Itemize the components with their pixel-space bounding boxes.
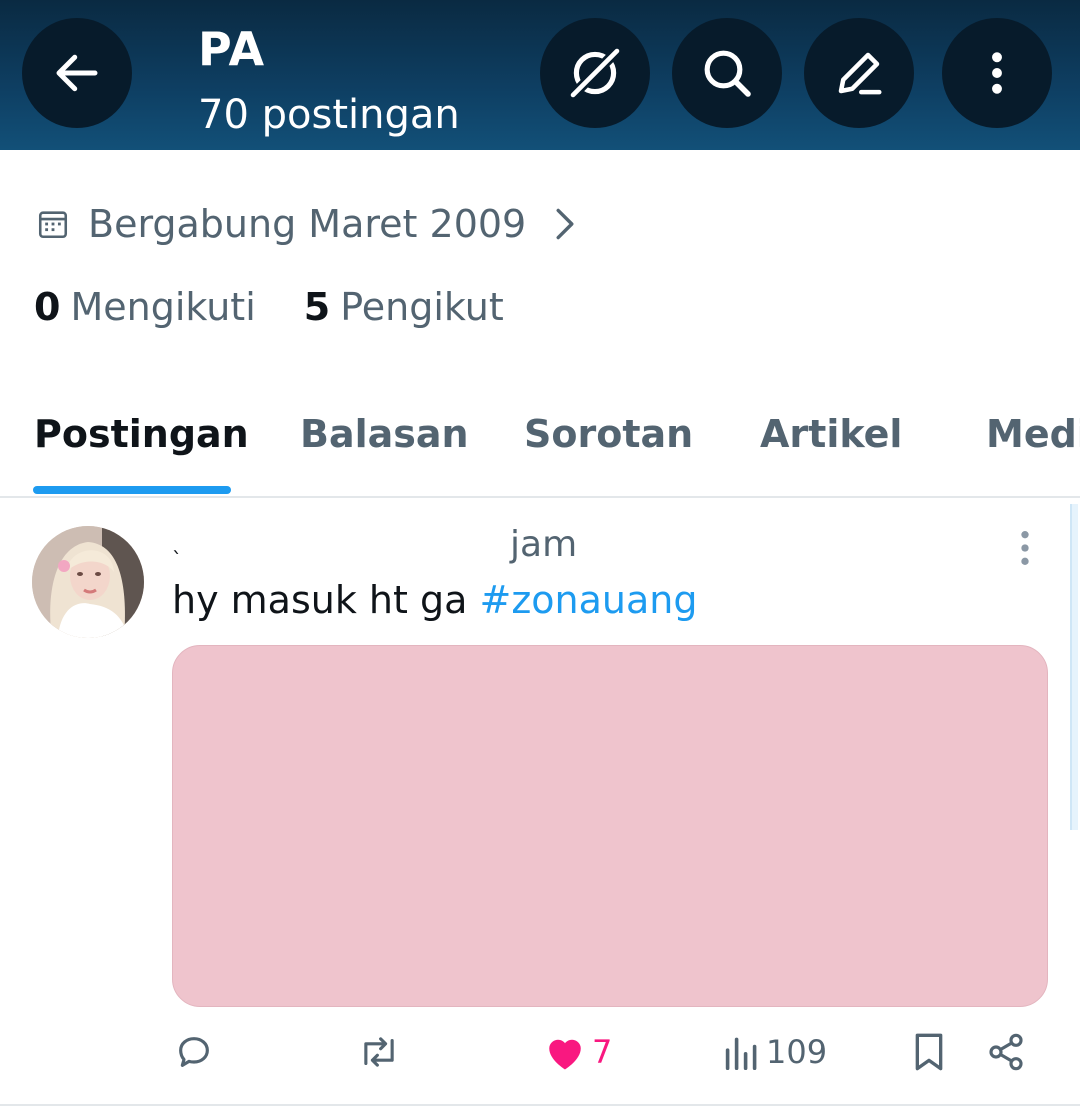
post-body-text: hy masuk ht ga xyxy=(172,578,480,622)
back-button[interactable] xyxy=(22,18,132,128)
tab-sorotan[interactable]: Sorotan xyxy=(524,412,693,456)
reply-button[interactable] xyxy=(174,1032,214,1072)
search-button[interactable] xyxy=(672,18,782,128)
avatar-image xyxy=(32,526,144,638)
post-media[interactable] xyxy=(172,645,1048,1007)
scrollbar[interactable] xyxy=(1070,504,1078,830)
hashtag-link[interactable]: #zonauang xyxy=(479,578,697,622)
more-vertical-icon xyxy=(992,52,1002,94)
heart-filled-icon xyxy=(549,1039,581,1070)
followers-link[interactable]: 5 Pengikut xyxy=(304,285,504,329)
post-more-icon[interactable] xyxy=(1014,528,1036,568)
follow-stats: 0 Mengikuti 5 Pengikut xyxy=(34,285,504,329)
profile-name-title: PA xyxy=(198,22,266,76)
grok-icon xyxy=(568,46,622,100)
bookmark-button[interactable] xyxy=(912,1032,946,1072)
share-button[interactable] xyxy=(986,1032,1026,1072)
views-button[interactable]: 109 xyxy=(724,1032,827,1072)
views-bar-chart-icon xyxy=(725,1037,757,1070)
followers-label: Pengikut xyxy=(340,285,504,329)
compose-button[interactable] xyxy=(804,18,914,128)
tab-artikel[interactable]: Artikel xyxy=(760,412,902,456)
joined-date-text: Bergabung Maret 2009 xyxy=(88,202,527,246)
grok-button[interactable] xyxy=(540,18,650,128)
post-text: hy masuk ht ga #zonauang xyxy=(172,578,697,622)
post-item[interactable]: ˎ jam hy masuk ht ga #zonauang 7 109 xyxy=(0,500,1080,1106)
bookmark-icon xyxy=(915,1033,943,1071)
following-label: Mengikuti xyxy=(70,285,256,329)
profile-tabs: Postingan Balasan Sorotan Artikel Medi xyxy=(0,398,1080,498)
avatar[interactable] xyxy=(32,526,144,638)
more-options-button[interactable] xyxy=(942,18,1052,128)
chevron-right-icon xyxy=(556,208,574,240)
search-icon xyxy=(704,50,751,97)
following-count: 0 xyxy=(34,285,61,329)
share-icon xyxy=(989,1033,1023,1071)
reply-icon xyxy=(179,1037,209,1067)
following-link[interactable]: 0 Mengikuti xyxy=(34,285,256,329)
views-count: 109 xyxy=(766,1033,828,1071)
post-author-name[interactable]: ˎ xyxy=(172,530,182,554)
post-count: 70 postingan xyxy=(198,92,460,138)
post-timestamp[interactable]: jam xyxy=(510,524,577,565)
divider xyxy=(0,1104,1080,1106)
compose-icon xyxy=(838,52,882,95)
repost-button[interactable] xyxy=(356,1032,402,1072)
repost-icon xyxy=(364,1037,394,1067)
active-tab-indicator xyxy=(33,486,231,494)
calendar-icon xyxy=(38,211,68,239)
tab-media[interactable]: Medi xyxy=(986,412,1080,456)
like-button[interactable]: 7 xyxy=(544,1032,612,1072)
followers-count: 5 xyxy=(303,285,331,329)
like-count: 7 xyxy=(592,1033,613,1071)
top-app-bar: PA 70 postingan xyxy=(0,0,1080,150)
post-actions: 7 109 xyxy=(0,1032,1080,1082)
back-arrow-icon xyxy=(56,54,98,92)
joined-date-row[interactable]: Bergabung Maret 2009 xyxy=(36,200,578,248)
tab-postingan[interactable]: Postingan xyxy=(34,412,249,456)
tab-balasan[interactable]: Balasan xyxy=(300,412,469,456)
